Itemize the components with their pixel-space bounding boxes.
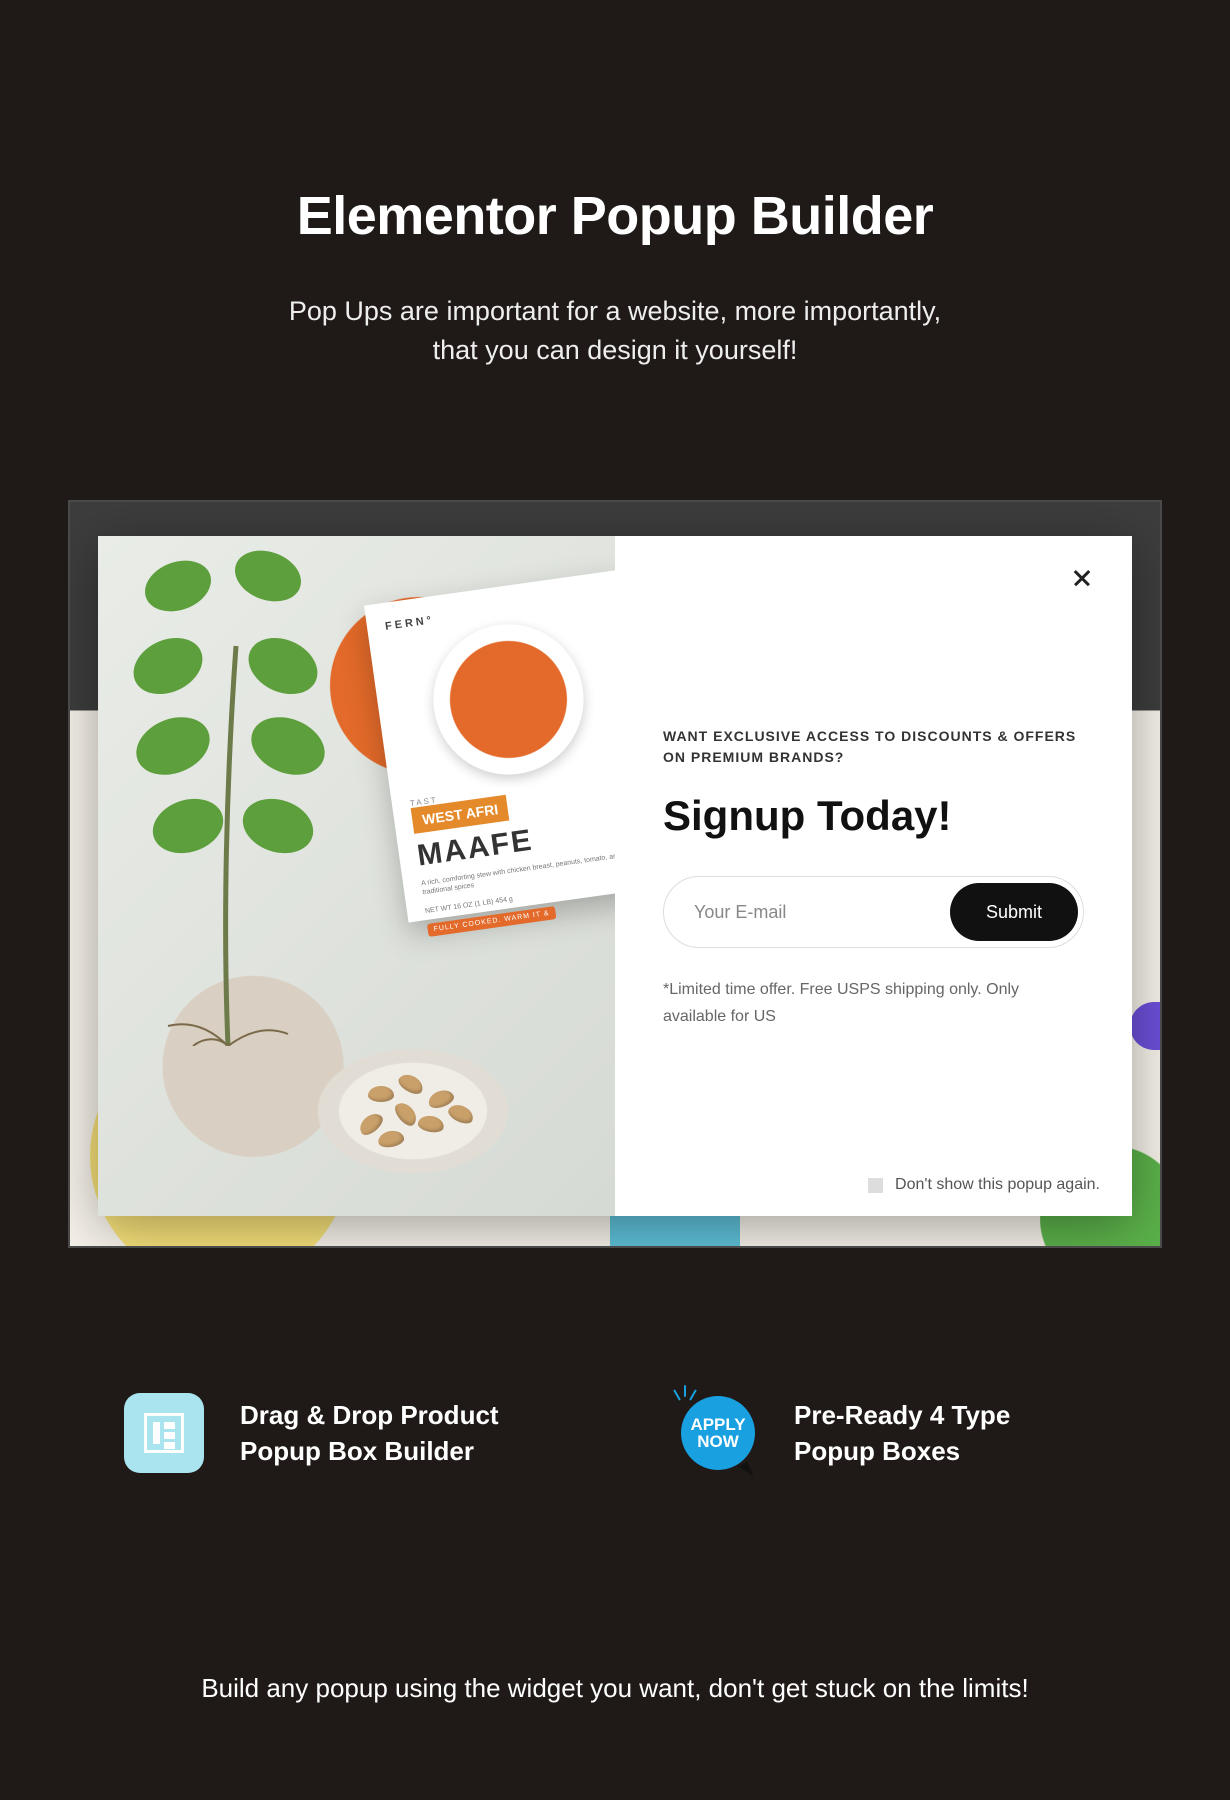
popup-image-panel: FERN° TAST WEST AFRI MAAFE A rich, comfo… xyxy=(98,536,615,1216)
product-package: FERN° TAST WEST AFRI MAAFE A rich, comfo… xyxy=(364,570,615,923)
herb-plant-image xyxy=(118,536,338,1046)
feature-line: Pre-Ready 4 Type xyxy=(794,1400,1010,1430)
feature-text: Pre-Ready 4 Type Popup Boxes xyxy=(794,1397,1010,1470)
email-input[interactable] xyxy=(694,902,950,923)
footer-tagline: Build any popup using the widget you wan… xyxy=(0,1673,1230,1704)
soup-bowl-image xyxy=(424,615,593,784)
feature-row: Drag & Drop Product Popup Box Builder AP… xyxy=(68,1393,1162,1473)
cursor-icon xyxy=(739,1462,756,1481)
close-icon[interactable] xyxy=(1068,564,1096,592)
feature-line: Popup Boxes xyxy=(794,1436,960,1466)
decorative-pill xyxy=(1130,1002,1162,1050)
checkbox-icon[interactable] xyxy=(868,1178,883,1193)
page-title: Elementor Popup Builder xyxy=(0,185,1230,247)
dont-show-label: Don't show this popup again. xyxy=(895,1176,1100,1194)
peanut-icon xyxy=(368,1086,394,1102)
feature-line: Popup Box Builder xyxy=(240,1436,474,1466)
feature-line: Drag & Drop Product xyxy=(240,1400,499,1430)
apply-now-icon: APPLY NOW xyxy=(678,1393,758,1473)
email-signup-row: Submit xyxy=(663,876,1084,948)
feature-text: Drag & Drop Product Popup Box Builder xyxy=(240,1397,499,1470)
badge-text: APPLY xyxy=(690,1416,745,1433)
feature-pre-ready: APPLY NOW Pre-Ready 4 Type Popup Boxes xyxy=(678,1393,1162,1473)
subtitle-line: that you can design it yourself! xyxy=(433,335,798,365)
feature-drag-drop: Drag & Drop Product Popup Box Builder xyxy=(124,1393,608,1473)
subtitle-line: Pop Ups are important for a website, mor… xyxy=(289,296,941,326)
page-subtitle: Pop Ups are important for a website, mor… xyxy=(0,292,1230,370)
popup-disclaimer: *Limited time offer. Free USPS shipping … xyxy=(663,976,1084,1030)
signup-popup: FERN° TAST WEST AFRI MAAFE A rich, comfo… xyxy=(98,536,1132,1216)
popup-eyebrow: WANT EXCLUSIVE ACCESS TO DISCOUNTS & OFF… xyxy=(663,726,1084,768)
popup-heading: Signup Today! xyxy=(663,792,1084,840)
elementor-icon xyxy=(124,1393,204,1473)
peanut-bowl xyxy=(298,1036,528,1186)
popup-form-panel: WANT EXCLUSIVE ACCESS TO DISCOUNTS & OFF… xyxy=(615,536,1132,1216)
submit-button[interactable]: Submit xyxy=(950,883,1078,941)
popup-showcase: FERN° TAST WEST AFRI MAAFE A rich, comfo… xyxy=(68,500,1162,1248)
dont-show-again[interactable]: Don't show this popup again. xyxy=(868,1176,1100,1194)
badge-text: NOW xyxy=(697,1433,739,1450)
